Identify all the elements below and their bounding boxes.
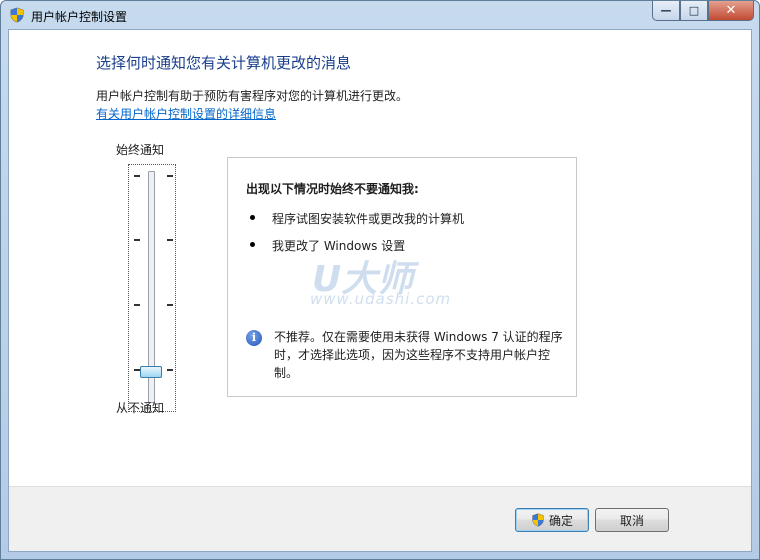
- slider-tick-3: [134, 304, 140, 306]
- client-area: 选择何时通知您有关计算机更改的消息 用户帐户控制有助于预防有害程序对您的计算机进…: [8, 29, 752, 552]
- page-description: 用户帐户控制有助于预防有害程序对您的计算机进行更改。: [96, 89, 409, 103]
- slider-thumb[interactable]: [140, 366, 162, 378]
- title-bar[interactable]: 用户帐户控制设置 — □ ✕: [1, 1, 759, 29]
- caption-buttons: — □ ✕: [652, 1, 754, 21]
- slider-tick-2-right: [167, 239, 173, 241]
- minimize-button[interactable]: —: [652, 1, 680, 21]
- slider-tick-1: [134, 175, 140, 177]
- dialog-footer: 确定 取消: [9, 486, 751, 551]
- watermark-url: www.udashi.com: [310, 290, 452, 308]
- slider-tick-2: [134, 239, 140, 241]
- slider-tick-1-right: [167, 175, 173, 177]
- warning-note: 不推荐。仅在需要使用未获得 Windows 7 认证的程序时，才选择此选项，因为…: [274, 330, 563, 380]
- info-icon: i: [246, 330, 262, 346]
- notification-level-slider[interactable]: [128, 164, 176, 412]
- panel-title: 出现以下情况时始终不要通知我:: [246, 182, 419, 196]
- maximize-button[interactable]: □: [680, 1, 708, 21]
- uac-settings-window: 用户帐户控制设置 — □ ✕ 选择何时通知您有关计算机更改的消息 用户帐户控制有…: [0, 0, 760, 560]
- page-heading: 选择何时通知您有关计算机更改的消息: [96, 54, 352, 72]
- help-link[interactable]: 有关用户帐户控制设置的详细信息: [96, 105, 276, 122]
- uac-shield-icon: [532, 513, 544, 527]
- ok-button[interactable]: 确定: [515, 508, 589, 532]
- slider-tick-3-right: [167, 304, 173, 306]
- ok-button-label: 确定: [548, 513, 573, 528]
- cancel-button[interactable]: 取消: [595, 508, 669, 532]
- description-panel: 出现以下情况时始终不要通知我: 程序试图安装软件或更改我的计算机 我更改了 Wi…: [227, 157, 577, 397]
- watermark-logo: U大师 www.udashi.com: [308, 250, 468, 310]
- close-button[interactable]: ✕: [708, 1, 754, 21]
- slider-bottom-label: 从不通知: [116, 401, 165, 415]
- window-title: 用户帐户控制设置: [31, 10, 128, 24]
- bullet-icon: [250, 215, 255, 220]
- bullet-icon: [250, 242, 255, 247]
- cancel-button-label: 取消: [619, 513, 644, 528]
- slider-top-label: 始终通知: [116, 143, 165, 157]
- list-item-text: 程序试图安装软件或更改我的计算机: [272, 212, 465, 226]
- uac-shield-icon: [10, 7, 24, 23]
- slider-tick-4-right: [167, 369, 173, 371]
